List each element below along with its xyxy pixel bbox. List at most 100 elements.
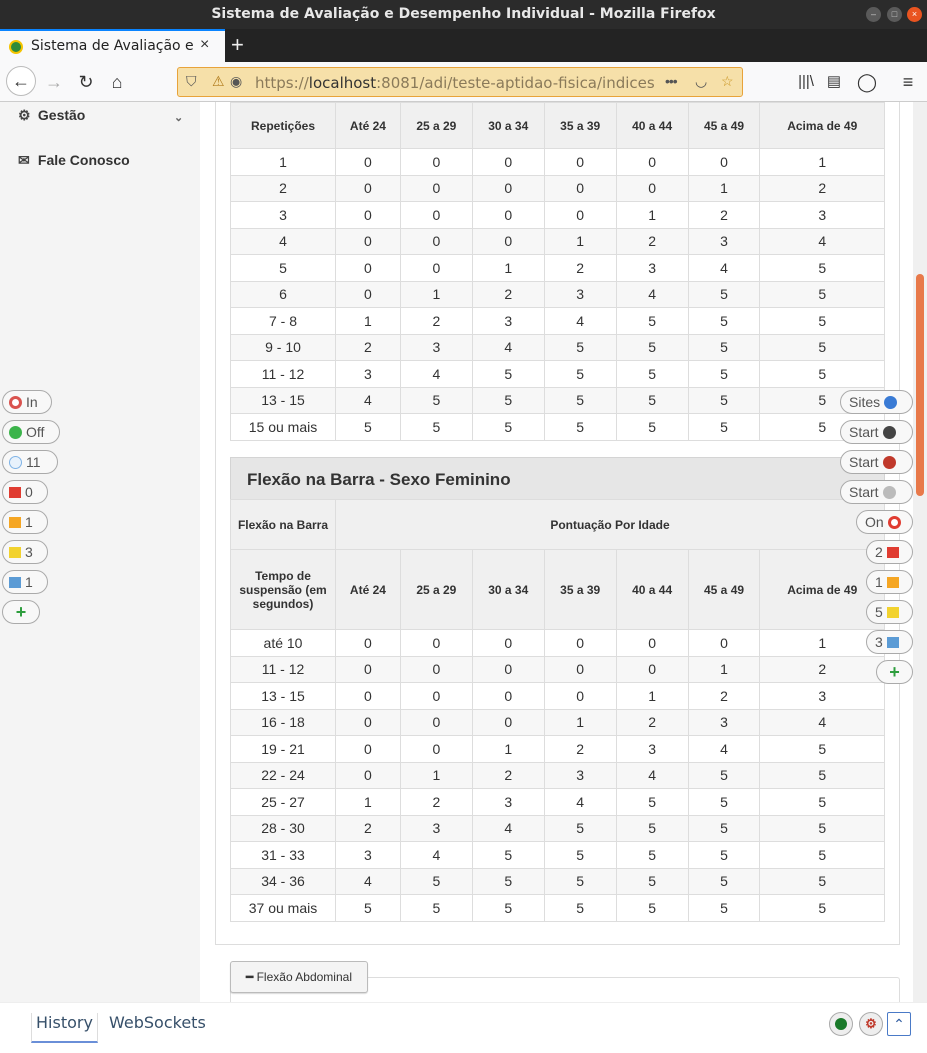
library-icon[interactable]: |||\ — [792, 68, 820, 96]
url-bar[interactable]: ⛉ ⚠ ◉ https://localhost:8081/adi/teste-a… — [177, 67, 743, 97]
table-row: 9 - 10 2 3 4 5 5 5 5 — [230, 333, 885, 361]
hud-off-button[interactable]: Off — [2, 420, 60, 444]
table-cell: 19 - 21 — [230, 735, 336, 763]
table-cell: 4 — [230, 227, 336, 255]
bookmark-star-icon[interactable]: ☆ — [721, 73, 734, 90]
column-header: 25 a 29 — [399, 549, 473, 630]
table-row: 11 - 12 0 0 0 0 0 1 2 — [230, 655, 885, 683]
red-flag-icon — [9, 486, 21, 498]
table-cell: 13 - 15 — [230, 386, 336, 414]
tab-websockets[interactable]: WebSockets — [109, 1013, 206, 1032]
hud-alerts-button[interactable]: 11 — [2, 450, 58, 474]
table-cell: 2 — [759, 655, 885, 683]
home-button[interactable]: ⌂ — [103, 68, 131, 96]
minimize-button[interactable]: – — [866, 7, 881, 22]
table-cell: 4 — [759, 708, 885, 736]
sidebar-toggle-icon[interactable]: ▤ — [820, 68, 848, 96]
menu-icon[interactable]: ≡ — [894, 68, 922, 96]
hud-add-left-button[interactable]: + — [2, 600, 40, 624]
column-header: Repetições — [230, 102, 336, 149]
close-window-button[interactable]: × — [907, 7, 922, 22]
table-cell: 0 — [335, 201, 401, 229]
navigation-bar: ← → ↻ ⌂ ⛉ ⚠ ◉ https://localhost:8081/adi… — [0, 62, 927, 102]
hud-active-scan-start-button[interactable]: Start — [840, 480, 913, 504]
back-button[interactable]: ← — [6, 66, 36, 96]
insecure-lock-icon[interactable]: ⚠ — [212, 73, 225, 90]
hud-spider-start-button[interactable]: Start — [840, 420, 913, 444]
table-cell: 4 — [615, 280, 689, 308]
hud-medium-alerts[interactable]: 1 — [2, 510, 48, 534]
table-cell: 0 — [687, 629, 761, 657]
settings-error-icon[interactable]: ⚙ — [859, 1012, 883, 1036]
table-row: 50012345 — [230, 254, 885, 282]
new-tab-button[interactable]: + — [231, 32, 244, 58]
hud-site-info-alerts[interactable]: 3 — [866, 630, 913, 654]
page-actions-icon[interactable]: ••• — [665, 73, 678, 89]
shield-icon[interactable]: ⛉ — [186, 73, 197, 90]
table-cell: 0 — [399, 735, 473, 763]
reload-button[interactable]: ↻ — [72, 68, 100, 96]
table-row: 19 - 21 0 0 1 2 3 4 5 — [230, 735, 885, 763]
table-row: 10000001 — [230, 148, 885, 176]
close-tab-icon[interactable]: × — [200, 36, 209, 54]
table-cell: 4 — [543, 788, 617, 816]
table-row: 15 ou mais 5 5 5 5 5 5 5 — [230, 413, 885, 441]
scrollbar-thumb[interactable] — [916, 274, 924, 496]
header-pontuacao-por-idade: Pontuação Por Idade — [335, 499, 885, 550]
table-cell: 5 — [399, 413, 473, 441]
sidebar-item-fale-conosco[interactable]: ✉ Fale Conosco — [18, 152, 130, 169]
tab-history[interactable]: History — [31, 1013, 98, 1043]
hud-in-button[interactable]: In — [2, 390, 52, 414]
chevron-up-icon[interactable]: ⌃ — [887, 1012, 911, 1036]
table-cell: 5 — [687, 307, 761, 335]
table-cell: 0 — [399, 708, 473, 736]
table-cell: 5 — [230, 254, 336, 282]
blue-flag-icon — [9, 576, 21, 588]
maximize-button[interactable]: □ — [887, 7, 902, 22]
hud-site-high-alerts[interactable]: 2 — [866, 540, 913, 564]
page-scrollbar[interactable] — [913, 102, 927, 1002]
hud-attack-mode-button[interactable]: On — [856, 510, 913, 534]
hud-add-right-button[interactable]: + — [876, 660, 913, 684]
hud-sites-button[interactable]: Sites — [840, 390, 913, 414]
table-row: até 10 0 0 0 0 0 0 1 — [230, 629, 885, 657]
pocket-icon[interactable]: ◡ — [695, 73, 707, 90]
status-green-icon[interactable] — [829, 1012, 853, 1036]
table-cell: 5 — [687, 333, 761, 361]
crosshair-icon — [887, 515, 901, 529]
table-cell: 5 — [399, 894, 473, 922]
hud-low-alerts[interactable]: 3 — [2, 540, 48, 564]
table-cell: 3 — [543, 280, 617, 308]
table-cell: 5 — [543, 814, 617, 842]
table-cell: 5 — [615, 841, 689, 869]
table-cell: 2 — [471, 280, 545, 308]
forward-button[interactable]: → — [40, 68, 68, 96]
hud-ajax-spider-start-button[interactable]: Start — [840, 450, 913, 474]
hud-site-medium-alerts[interactable]: 1 — [866, 570, 913, 594]
plus-icon: + — [889, 662, 900, 682]
table-cell: 2 — [759, 174, 885, 202]
tab-strip: Sistema de Avaliação e Desempenho Indivi… — [0, 29, 927, 62]
sidebar-item-gestao[interactable]: ⚙ Gestão ⌄ — [18, 107, 183, 124]
spider-red-icon — [882, 455, 896, 469]
table-cell: 3 — [471, 788, 545, 816]
browser-tab[interactable]: Sistema de Avaliação e Desempenho Indivi… — [0, 29, 225, 62]
table-cell: 0 — [335, 682, 401, 710]
table-cell: 5 — [759, 761, 885, 789]
table-cell: 5 — [543, 386, 617, 414]
table-cell: 0 — [335, 148, 401, 176]
hud-info-alerts[interactable]: 1 — [2, 570, 48, 594]
account-icon[interactable]: ◯ — [853, 68, 881, 96]
table-cell: 1 — [471, 254, 545, 282]
plus-icon: + — [15, 602, 27, 622]
url-text[interactable]: https://localhost:8081/adi/teste-aptidao… — [255, 74, 655, 92]
table-cell: 3 — [615, 254, 689, 282]
table-cell: 5 — [687, 841, 761, 869]
permissions-icon[interactable]: ◉ — [230, 73, 242, 90]
table-cell: 5 — [687, 867, 761, 895]
flexao-abdominal-toggle-button[interactable]: ━ Flexão Abdominal — [230, 961, 368, 993]
table-cell: 5 — [615, 360, 689, 388]
hud-site-low-alerts[interactable]: 5 — [866, 600, 913, 624]
hud-high-alerts[interactable]: 0 — [2, 480, 48, 504]
table-cell: 5 — [399, 867, 473, 895]
